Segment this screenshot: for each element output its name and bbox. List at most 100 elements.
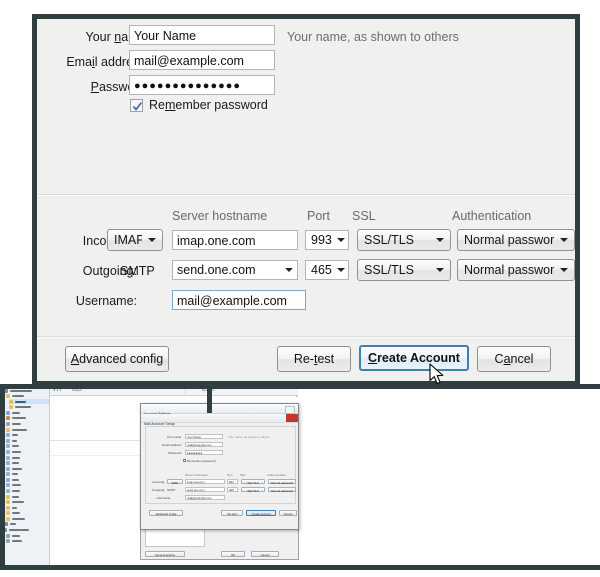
chevron-down-icon: [560, 238, 568, 242]
thumbnail-account-settings-dialog: Account Settings Mail Account Setup Your…: [140, 403, 299, 530]
thumbnail-tree-row: [6, 410, 49, 415]
thumbnail-create-account-button[interactable]: Create Account: [246, 510, 276, 516]
incoming-hostname-input[interactable]: imap.one.com: [172, 230, 298, 250]
retest-label: Re-test: [293, 352, 335, 366]
advanced-config-button[interactable]: Advanced config: [65, 346, 169, 372]
thumbnail-account-actions-button[interactable]: Account Actions: [145, 551, 185, 557]
thumbnail-auth-header: Authentication: [267, 473, 287, 477]
thumbnail-tree-row: [6, 438, 49, 443]
thumbnail-tree-row: [6, 516, 49, 521]
thumbnail-incoming-hostname[interactable]: imap.one.com: [185, 479, 225, 484]
thumbnail-outgoing-protocol: SMTP: [167, 488, 176, 492]
chevron-down-icon[interactable]: [337, 238, 345, 242]
thumbnail-cancel-button[interactable]: Cancel: [251, 551, 279, 557]
thumbnail-setup-titlebar: Mail Account Setup: [141, 414, 298, 426]
thumbnail-hostname-header: Server hostname: [185, 473, 208, 477]
thumbnail-tree-row: [6, 461, 49, 466]
thumbnail-port-header: Port: [227, 473, 233, 477]
incoming-port-input[interactable]: 993: [305, 230, 349, 250]
thumbnail-incoming-port[interactable]: 993: [227, 479, 238, 484]
outgoing-port-input[interactable]: 465: [305, 260, 349, 280]
thumbnail-outgoing-auth[interactable]: Normal password: [268, 487, 296, 493]
thumbnail-password-field[interactable]: ●●●●●●●●●: [185, 450, 223, 455]
your-name-input[interactable]: Your Name: [129, 25, 275, 45]
thumbnail-tree-row: [6, 394, 49, 399]
outgoing-protocol-static: SMTP: [120, 264, 155, 278]
thumbnail-setup-close-icon[interactable]: [286, 414, 298, 422]
thumbnail-yourname-label: Your name:: [166, 435, 182, 439]
thumbnail-incoming-ssl[interactable]: SSL/TLS: [241, 479, 265, 485]
chevron-down-icon: [560, 268, 568, 272]
password-input[interactable]: ●●●●●●●●●●●●●●: [129, 75, 275, 95]
ssl-header: SSL: [352, 209, 376, 223]
thumbnail-ok-button[interactable]: OK: [221, 551, 245, 557]
callout-frame-left: [0, 384, 5, 573]
incoming-port-value: 993: [311, 233, 332, 247]
retest-button[interactable]: Re-test: [277, 346, 351, 372]
thumbnail-advanced-config-button[interactable]: Advanced config: [149, 510, 183, 516]
thumbnail-dialog-titlebar: Account Settings: [141, 404, 298, 416]
chevron-down-icon[interactable]: [285, 268, 293, 272]
thumbnail-dialog-close-icon[interactable]: [285, 406, 295, 414]
outgoing-hostname-value: send.one.com: [177, 263, 256, 277]
advanced-config-label: Advanced config: [70, 352, 164, 366]
thumbnail-outgoing-port[interactable]: 465: [227, 487, 238, 492]
your-name-hint: Your name, as shown to others: [287, 30, 459, 44]
username-input[interactable]: mail@example.com: [172, 290, 306, 310]
thumbnail-tree-row: [9, 405, 49, 410]
incoming-ssl-value: SSL/TLS: [364, 233, 415, 247]
chevron-down-icon[interactable]: [337, 268, 345, 272]
thumbnail-outgoing-hostname[interactable]: send.one.com: [185, 487, 225, 492]
thumbnail-yourname-field[interactable]: Your Name: [185, 434, 223, 439]
incoming-protocol-value: IMAP: [114, 233, 142, 247]
thumbnail-tree-row: [6, 421, 49, 427]
cancel-button[interactable]: Cancel: [477, 346, 551, 372]
thumbnail-tree-row: [6, 505, 49, 510]
thumbnail-incoming-auth[interactable]: Normal password: [268, 479, 296, 485]
incoming-ssl-dropdown[interactable]: SSL/TLS: [357, 229, 451, 251]
incoming-auth-dropdown[interactable]: Normal password: [457, 229, 575, 251]
thumbnail-tree-row: [6, 539, 49, 544]
page-bottom-whitespace: [0, 570, 600, 577]
thumbnail-folder-tree[interactable]: [2, 387, 50, 573]
thumbnail-tree-row: [6, 449, 49, 454]
thumbnail-tree-row: [6, 416, 49, 421]
thumbnail-username-field[interactable]: mail@example.com: [185, 495, 225, 500]
port-header: Port: [307, 209, 330, 223]
thumbnail-tree-row: [6, 477, 49, 482]
thumbnail-tree-row: [6, 494, 49, 499]
outgoing-ssl-value: SSL/TLS: [364, 263, 415, 277]
thumbnail-tree-row: [6, 483, 49, 488]
thumbnail-password-label: Password:: [167, 451, 182, 455]
thumbnail-tree-row-selected[interactable]: [9, 399, 49, 405]
dialog-button-bar: Advanced config Re-test Create Account C…: [37, 338, 575, 381]
thumbnail-mail-window: ★ ● ✎ Subject Recipient Manage Identitie…: [0, 385, 299, 573]
thumbnail-tree-row: [6, 533, 49, 538]
thumbnail-tree-row: [6, 472, 49, 477]
background-screenshot-thumbnail: ★ ● ✎ Subject Recipient Manage Identitie…: [0, 385, 600, 577]
outgoing-auth-dropdown[interactable]: Normal password: [457, 259, 575, 281]
chevron-down-icon: [436, 268, 444, 272]
incoming-protocol-dropdown[interactable]: IMAP: [107, 229, 163, 251]
outgoing-hostname-dropdown[interactable]: send.one.com: [172, 260, 298, 280]
thumbnail-incoming-protocol[interactable]: IMAP: [167, 479, 183, 485]
thumbnail-retest-button[interactable]: Re-test: [221, 510, 243, 516]
thumbnail-email-field[interactable]: mail@example.com: [185, 442, 223, 447]
thumbnail-tree-row: [6, 466, 49, 471]
remember-password-checkbox[interactable]: [130, 98, 143, 112]
email-address-input[interactable]: mail@example.com: [129, 50, 275, 70]
thumbnail-remember-label: Remember password: [187, 459, 216, 463]
thumbnail-cancel-button-2[interactable]: Cancel: [279, 510, 297, 516]
thumbnail-email-label: Email address:: [162, 443, 182, 447]
incoming-auth-value: Normal password: [464, 233, 554, 247]
create-account-button[interactable]: Create Account: [359, 345, 469, 371]
remember-password-row[interactable]: Remember password: [130, 98, 268, 112]
thumbnail-remember-checkbox[interactable]: [183, 458, 186, 462]
thumbnail-outgoing-label: Outgoing:: [151, 488, 165, 492]
remember-password-label: Remember password: [149, 98, 268, 112]
thumbnail-yourname-hint: Your name, as shown to others: [228, 435, 270, 439]
username-label: Username:: [75, 294, 137, 308]
thumbnail-tree-row: [6, 488, 49, 493]
outgoing-ssl-dropdown[interactable]: SSL/TLS: [357, 259, 451, 281]
thumbnail-outgoing-ssl[interactable]: SSL/TLS: [241, 487, 265, 493]
